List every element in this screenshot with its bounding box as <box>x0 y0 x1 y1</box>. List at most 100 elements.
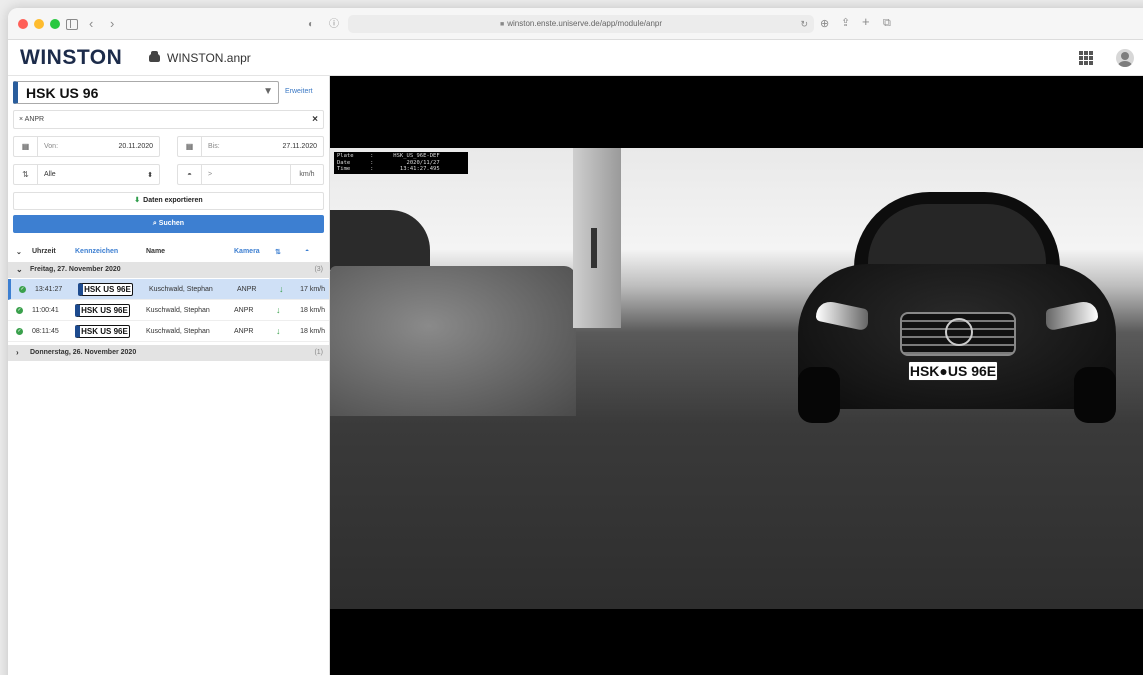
module-name: WINSTON.anpr <box>167 51 251 65</box>
image-viewer[interactable]: HSK●US 96E Plate : HSK_US_96E-DEF Date :… <box>330 76 1143 675</box>
close-window-button[interactable] <box>18 19 28 29</box>
lock-icon: ■ <box>500 21 505 28</box>
row-name: Kuschwald, Stephan <box>146 307 210 314</box>
arrow-down-icon: ↓ <box>276 305 281 315</box>
vehicle: HSK●US 96E <box>798 192 1116 424</box>
plate-search-input[interactable]: HSK US 96 ▼ <box>13 81 279 104</box>
group-header[interactable]: ⌄ Freitag, 27. November 2020 (3) <box>8 262 329 278</box>
minimize-window-button[interactable] <box>34 19 44 29</box>
group-label: Donnerstag, 26. November 2020 <box>30 349 137 356</box>
advanced-search-link[interactable]: Erweitert <box>285 88 313 95</box>
table-row[interactable]: ✓ 13:41:27 HSK US 96E Kuschwald, Stephan… <box>8 279 329 300</box>
app-header: WINSTON WINSTON.anpr <box>8 40 1143 76</box>
vehicle-plate: HSK●US 96E <box>908 361 998 381</box>
direction-select[interactable]: ⇅ Alle ⬍ <box>13 164 160 185</box>
row-plate: HSK US 96E <box>75 304 130 317</box>
results-table-header: ⌄ Uhrzeit Kennzeichen Name Kamera ⇅ ◓ <box>8 244 329 260</box>
check-icon: ✓ <box>19 286 26 293</box>
group-label: Freitag, 27. November 2020 <box>30 266 121 273</box>
export-button[interactable]: ⬇ Daten exportieren <box>13 192 324 210</box>
col-name[interactable]: Name <box>146 248 165 255</box>
tabs-overview-icon[interactable]: ⧉ <box>883 15 891 31</box>
download-icon[interactable]: ⊕ <box>820 16 829 32</box>
parked-car <box>330 210 430 270</box>
date-from-field[interactable]: ▦ Von: 20.11.2020 <box>13 136 160 157</box>
direction-value: Alle <box>44 171 56 178</box>
download-icon: ⬇ <box>134 197 141 204</box>
row-camera: ANPR <box>234 328 254 335</box>
back-icon[interactable]: ‹ <box>89 16 93 32</box>
row-speed: 18 km/h <box>300 307 325 314</box>
search-button-label: Suchen <box>158 220 185 227</box>
table-row[interactable]: ✓ 08:11:45 HSK US 96E Kuschwald, Stephan… <box>8 321 329 342</box>
arrow-down-icon: ↓ <box>276 326 281 336</box>
row-plate: HSK US 96E <box>75 325 130 338</box>
check-icon: ✓ <box>16 307 23 314</box>
col-camera[interactable]: Kamera <box>234 248 260 255</box>
winston-logo[interactable]: WINSTON <box>20 46 122 70</box>
check-icon: ✓ <box>16 328 23 335</box>
group-count: (3) <box>314 266 323 273</box>
date-to-label: Bis: <box>208 143 220 150</box>
shield-icon[interactable]: ◐ <box>308 17 314 33</box>
share-icon[interactable]: ⇪ <box>841 15 850 31</box>
row-time: 13:41:27 <box>35 286 63 293</box>
sort-icon[interactable]: ⌄ <box>16 248 22 256</box>
date-to-field[interactable]: ▦ Bis: 27.11.2020 <box>177 136 324 157</box>
row-speed: 18 km/h <box>300 328 325 335</box>
date-from-label: Von: <box>44 143 59 150</box>
speed-field[interactable]: ◓ > km/h <box>177 164 324 185</box>
row-camera: ANPR <box>234 307 254 314</box>
filter-icon[interactable]: ▼ <box>263 86 273 97</box>
row-camera: ANPR <box>237 286 257 293</box>
search-panel: HSK US 96 ▼ Erweitert × ANPR × ▦ Von: 20… <box>8 76 330 675</box>
plate-search-value: HSK US 96 <box>26 85 99 101</box>
row-name: Kuschwald, Stephan <box>149 286 213 293</box>
date-to-value: 27.11.2020 <box>282 143 317 150</box>
chevron-updown-icon: ⬍ <box>147 172 153 179</box>
sidebar-toggle-icon[interactable] <box>66 19 78 30</box>
row-name: Kuschwald, Stephan <box>146 328 210 335</box>
reload-icon[interactable]: ↻ <box>800 15 808 33</box>
table-row[interactable]: ✓ 11:00:41 HSK US 96E Kuschwald, Stephan… <box>8 300 329 321</box>
speedometer-icon: ◓ <box>178 165 202 184</box>
capture-metadata-overlay: Plate : HSK_US_96E-DEF Date : 2020/11/27… <box>334 152 468 174</box>
calendar-icon: ▦ <box>178 137 202 156</box>
search-button[interactable]: ⌕ Suchen <box>13 215 324 233</box>
window-controls <box>18 19 60 29</box>
date-from-value: 20.11.2020 <box>118 143 153 150</box>
tag-anpr[interactable]: × ANPR <box>19 116 44 123</box>
hedge <box>330 266 576 416</box>
row-time: 08:11:45 <box>32 328 59 335</box>
apps-grid-icon[interactable] <box>1079 51 1093 65</box>
browser-toolbar: ‹ › ◐ ⓘ ■ winston.enste.uniserve.de/app/m… <box>8 8 1143 40</box>
clear-tags-button[interactable]: × <box>312 114 318 125</box>
chevron-right-icon: › <box>16 348 19 357</box>
col-plate[interactable]: Kennzeichen <box>75 248 118 255</box>
row-plate: HSK US 96E <box>78 283 133 296</box>
col-speed-icon[interactable]: ◓ <box>305 248 309 255</box>
pillar <box>573 148 621 328</box>
chevron-down-icon: ⌄ <box>16 265 23 274</box>
col-direction-icon[interactable]: ⇅ <box>275 248 281 256</box>
direction-icon: ⇅ <box>14 165 38 184</box>
row-time: 11:00:41 <box>32 307 59 314</box>
speed-operator: > <box>208 171 213 178</box>
url-text: winston.enste.uniserve.de/app/module/anp… <box>507 19 662 28</box>
group-count: (1) <box>314 349 323 356</box>
user-avatar-icon[interactable] <box>1116 49 1134 67</box>
arrow-down-icon: ↓ <box>279 284 284 294</box>
col-time[interactable]: Uhrzeit <box>32 248 56 255</box>
browser-window: ‹ › ◐ ⓘ ■ winston.enste.uniserve.de/app/m… <box>8 8 1143 675</box>
magnifier-icon: ⌕ <box>152 220 157 227</box>
group-header[interactable]: › Donnerstag, 26. November 2020 (1) <box>8 345 329 361</box>
calendar-icon: ▦ <box>14 137 38 156</box>
info-icon[interactable]: ⓘ <box>329 17 339 33</box>
address-bar[interactable]: ■ winston.enste.uniserve.de/app/module/an… <box>348 15 814 33</box>
maximize-window-button[interactable] <box>50 19 60 29</box>
car-icon <box>149 51 160 62</box>
filter-tags: × ANPR × <box>13 110 324 129</box>
new-tab-icon[interactable]: + <box>862 14 870 30</box>
forward-icon[interactable]: › <box>110 16 114 32</box>
export-label: Daten exportieren <box>143 197 203 204</box>
